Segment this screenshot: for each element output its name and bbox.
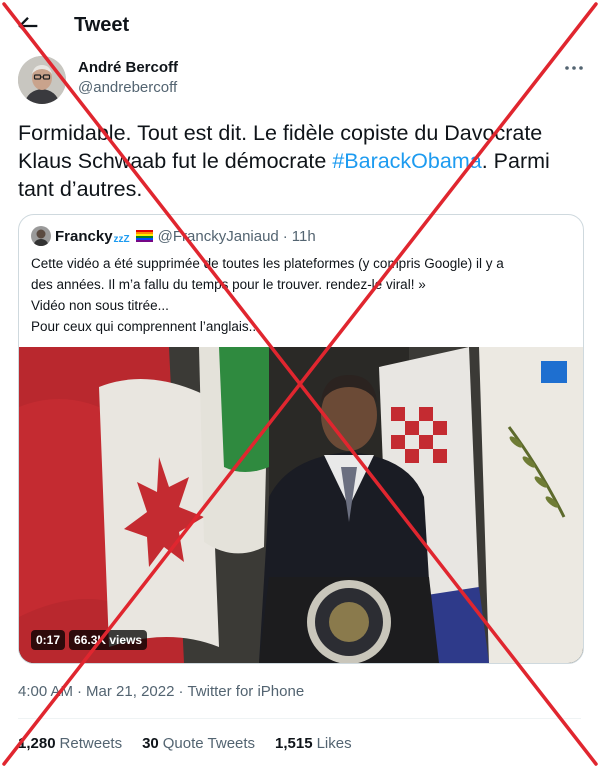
tweet-meta: 4:00 AM · Mar 21, 2022 · Twitter for iPhone: [18, 683, 304, 700]
more-options-button[interactable]: [562, 58, 586, 78]
separator-dot: ·: [178, 683, 184, 700]
quoted-avatar: [31, 226, 51, 246]
page-title: Tweet: [74, 14, 130, 36]
back-button[interactable]: [14, 12, 42, 40]
quoted-text-line: Vidéo non sous titrée...: [31, 298, 169, 313]
quoted-tweet-text: Cette vidéo a été supprimée de toutes le…: [31, 253, 576, 337]
top-bar: Tweet: [0, 0, 599, 52]
stat-value: 30: [142, 735, 159, 752]
quoted-text-line: des années. Il m’a fallu du temps pour l…: [31, 277, 426, 292]
quoted-tweet-header: Francky zzZ @FranckyJaniaud · 11h: [31, 226, 316, 246]
video-player[interactable]: 0:17 66.3K views: [19, 347, 583, 663]
video-duration: 0:17: [31, 630, 66, 650]
stat-label: Quote Tweets: [162, 735, 256, 752]
retweets-stat[interactable]: 1,280 Retweets: [18, 735, 122, 752]
author-name[interactable]: André Bercoff: [78, 59, 178, 76]
separator-dot: ·: [77, 683, 83, 700]
video-views: 66.3K views: [69, 630, 148, 650]
tweet-time[interactable]: 4:00 AM: [18, 683, 73, 700]
arrow-left-icon: [18, 17, 38, 35]
engagement-stats: 1,280 Retweets 30 Quote Tweets 1,515 Likes: [18, 735, 352, 752]
stat-label: Likes: [316, 735, 352, 752]
tweet-source[interactable]: Twitter for iPhone: [187, 683, 304, 700]
quoted-text-line: Cette vidéo a été supprimée de toutes le…: [31, 256, 504, 271]
video-thumbnail: [19, 347, 583, 663]
quoted-author-handle: @FranckyJaniaud: [157, 227, 279, 245]
quoted-name-suffix: zzZ: [113, 233, 130, 245]
separator-dot: ·: [282, 227, 288, 245]
more-horizontal-icon: [565, 66, 583, 70]
stat-label: Retweets: [59, 735, 123, 752]
quoted-timestamp: 11h: [291, 227, 316, 245]
quoted-author-name: Francky: [55, 227, 113, 245]
divider: [18, 718, 581, 719]
quoted-text-line: Pour ceux qui comprennent l’anglais..: [31, 319, 257, 334]
likes-stat[interactable]: 1,515 Likes: [275, 735, 352, 752]
tweet-text: Formidable. Tout est dit. Le fidèle copi…: [18, 119, 583, 203]
stat-value: 1,515: [275, 735, 313, 752]
quote-tweets-stat[interactable]: 30 Quote Tweets: [142, 735, 255, 752]
video-overlay: 0:17 66.3K views: [31, 630, 148, 650]
quoted-tweet[interactable]: Francky zzZ @FranckyJaniaud · 11h Cette …: [18, 214, 584, 664]
author-handle[interactable]: @andrebercoff: [78, 79, 177, 96]
rainbow-flag-icon: [135, 230, 153, 242]
hashtag-link[interactable]: #BarackObama: [332, 149, 481, 173]
avatar[interactable]: [18, 56, 66, 104]
stat-value: 1,280: [18, 735, 56, 752]
tweet-date[interactable]: Mar 21, 2022: [86, 683, 174, 700]
